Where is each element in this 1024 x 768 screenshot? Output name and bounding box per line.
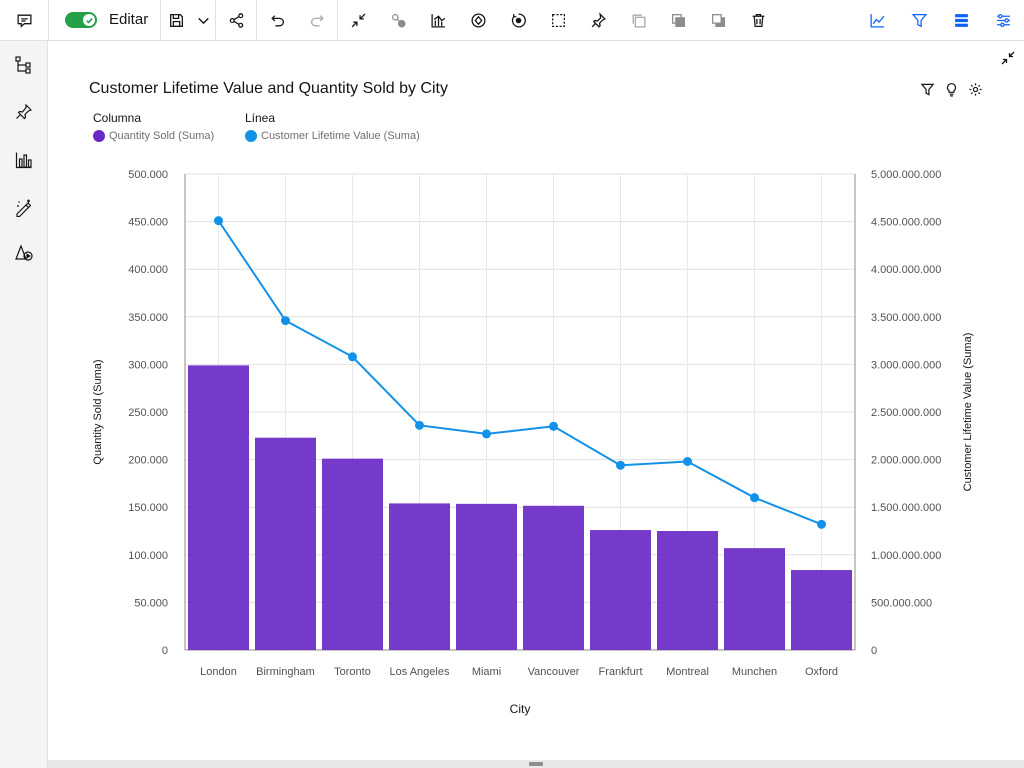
- assistant-icon[interactable]: [4, 187, 44, 227]
- checkmark-icon: [83, 14, 95, 26]
- legend-item-clv[interactable]: Customer Lifetime Value (Suma): [245, 129, 420, 143]
- top-toolbar: Editar: [0, 0, 1024, 41]
- collapse-icon[interactable]: [338, 0, 378, 40]
- pin-icon[interactable]: [4, 92, 44, 132]
- filter-icon[interactable]: [918, 80, 936, 98]
- insights-icon[interactable]: [857, 0, 897, 40]
- pin-icon[interactable]: [578, 0, 618, 40]
- select-icon[interactable]: [538, 0, 578, 40]
- data-tree-icon[interactable]: [4, 45, 44, 85]
- panel-icon[interactable]: [941, 0, 981, 40]
- bring-forward-icon[interactable]: [658, 0, 698, 40]
- related-icon[interactable]: [378, 0, 418, 40]
- resize-grip[interactable]: [529, 762, 543, 766]
- legend-column-header: Columna: [93, 111, 142, 125]
- legend-item-quantity[interactable]: Quantity Sold (Suma): [93, 129, 214, 143]
- collapse-widget-icon[interactable]: [996, 46, 1020, 70]
- legend-label: Quantity Sold (Suma): [109, 130, 215, 142]
- share-icon[interactable]: [216, 0, 256, 40]
- dashboard-canvas: [48, 41, 1024, 760]
- copy-icon[interactable]: [618, 0, 658, 40]
- visualizations-icon[interactable]: [4, 140, 44, 180]
- legend-line-header: Línea: [245, 111, 276, 125]
- redo-icon[interactable]: [297, 0, 337, 40]
- edit-mode-label: Editar: [109, 11, 149, 28]
- settings-icon[interactable]: [966, 80, 984, 98]
- legend-label: Customer Lifetime Value (Suma): [261, 130, 420, 142]
- chart-title: Customer Lifetime Value and Quantity Sol…: [89, 80, 448, 97]
- legend-swatch: [93, 130, 105, 142]
- shapes-icon[interactable]: [4, 233, 44, 273]
- chart-type-icon[interactable]: [418, 0, 458, 40]
- lightbulb-icon[interactable]: [942, 80, 960, 98]
- toolbar-divider: [48, 0, 49, 40]
- comment-icon[interactable]: [4, 0, 44, 40]
- app-window: Editar Customer Lifetime Value and Quant…: [0, 0, 1024, 768]
- left-rail: [0, 41, 48, 768]
- delete-icon[interactable]: [738, 0, 778, 40]
- navigate-icon[interactable]: [458, 0, 498, 40]
- edit-toggle[interactable]: [65, 12, 97, 28]
- snapshot-icon[interactable]: [498, 0, 538, 40]
- filter-icon[interactable]: [899, 0, 939, 40]
- legend-swatch: [245, 130, 257, 142]
- undo-icon[interactable]: [257, 0, 297, 40]
- properties-icon[interactable]: [983, 0, 1023, 40]
- send-back-icon[interactable]: [698, 0, 738, 40]
